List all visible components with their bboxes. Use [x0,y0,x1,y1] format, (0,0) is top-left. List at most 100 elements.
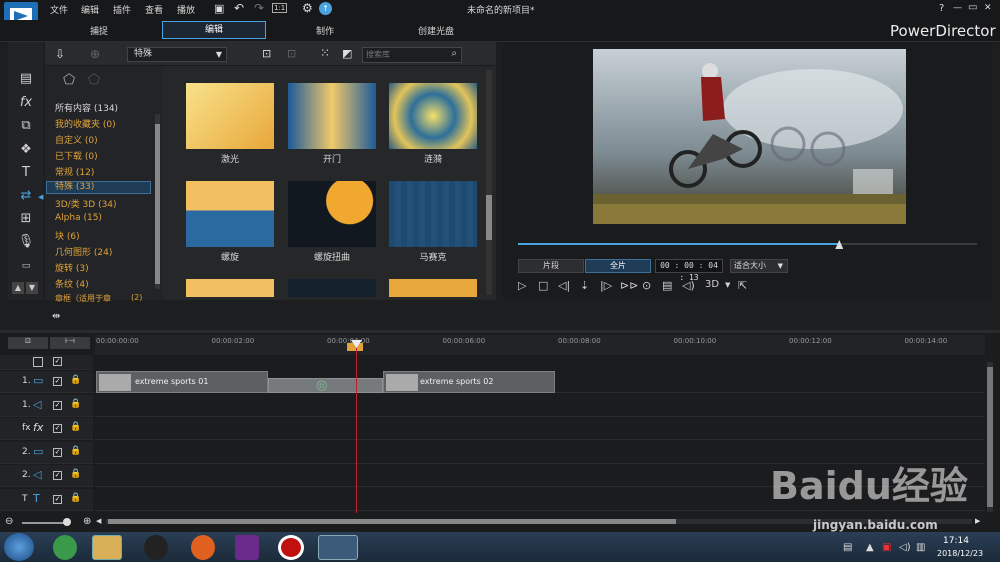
title-room-icon[interactable]: T [16,164,36,182]
category-item[interactable]: 块 (6) [55,229,80,242]
undo-icon[interactable]: ↶ [234,1,244,15]
preview-video[interactable] [593,49,906,224]
zoom-slider-knob[interactable] [63,518,71,526]
plugin-icon[interactable]: ⊕ [90,47,100,61]
timeline-clip[interactable]: extreme sports 01 [96,371,268,393]
tray-network-icon[interactable]: ▥ [916,542,925,553]
category-item[interactable]: 章框（适用于章 [55,293,111,304]
powerdirector-taskbar-icon[interactable] [318,535,358,560]
category-item[interactable]: Alpha (15) [55,213,102,223]
previous-frame-icon[interactable]: ◁| [558,279,570,292]
import-icon[interactable]: ⇩ [55,47,65,61]
grid-view-icon[interactable]: ⁙ [320,46,330,60]
volume-icon[interactable]: ◁) [682,279,695,292]
fit-size-dropdown[interactable]: 适合大小 ▼ [730,259,788,273]
redo-icon[interactable]: ↷ [254,1,264,15]
library-scrollbar[interactable] [486,70,492,295]
tab-produce[interactable]: 制作 [314,24,336,37]
lock-icon[interactable]: 🔒 [70,399,81,409]
movie-mode-button[interactable]: 全片 [585,259,651,273]
library-search[interactable]: ⌕ [362,47,462,63]
3d-mode-dropdown[interactable]: 3D [705,279,719,290]
category-item[interactable]: 已下载 (0) [55,149,98,162]
scroll-down-icon[interactable]: ▼ [26,282,38,294]
file-explorer-icon[interactable] [92,535,122,560]
library-scroll-thumb[interactable] [486,195,492,240]
track-enable-checkbox[interactable]: ✓ [53,494,62,504]
door-open-transition-icon[interactable] [288,83,376,149]
zoom-out-icon[interactable]: ⊖ [5,516,13,527]
remove-tag-icon[interactable]: ⬠ [88,72,100,88]
settings-icon[interactable]: ⚙ [302,1,313,15]
lock-icon[interactable]: 🔒 [70,422,81,432]
track-lane-audio[interactable] [95,395,985,417]
stop-icon[interactable]: □ [538,279,548,292]
transition-clip[interactable]: ◎ [268,378,383,393]
category-scroll-thumb[interactable] [155,124,160,284]
lock-icon[interactable]: 🔒 [70,493,81,503]
subtitle-room-icon[interactable]: ▭ [16,257,36,275]
clip-mode-button[interactable]: 片段 [518,259,584,273]
transition-thumbnail-partial[interactable] [186,279,274,297]
scroll-up-icon[interactable]: ▲ [12,282,24,294]
particle-room-icon[interactable]: ❖ [16,141,36,159]
snapshot-icon[interactable]: ⊙ [642,279,651,292]
transition-thumbnail-partial[interactable] [389,279,477,297]
select-all-checkbox[interactable] [33,357,43,367]
qq-icon[interactable] [144,535,168,560]
tray-volume-icon[interactable]: ◁) [899,542,911,553]
menu-view[interactable]: 查看 [145,3,163,16]
scroll-left-icon[interactable]: ◀ [96,517,101,525]
start-button-icon[interactable] [4,533,34,561]
scroll-right-icon[interactable]: ▶ [975,517,980,525]
category-item[interactable]: 所有内容 (134) [55,101,118,114]
zoom-in-icon[interactable]: ⊕ [83,516,91,527]
fit-timeline-icon[interactable]: ⇹ [52,311,60,322]
pip-room-icon[interactable]: ⧉ [16,117,36,135]
tab-edit[interactable]: 编辑 [162,21,266,39]
browser-360-icon[interactable] [53,535,77,560]
zoom-ratio-dropdown[interactable]: 1:1 [272,3,288,13]
tray-expand-icon[interactable]: ▲ [866,542,874,553]
next-frame-icon[interactable]: |▷ [600,279,612,292]
storyboard-view-icon[interactable]: ⊦⊣ [50,337,90,349]
export-icon[interactable]: ⊡ [287,47,296,60]
category-item[interactable]: 几何图形 (24) [55,245,112,258]
timeline-hscroll-thumb[interactable] [108,519,676,524]
fast-forward-icon[interactable]: ⊳⊳ [620,279,638,292]
category-item[interactable]: 我的收藏夹 (0) [55,117,116,130]
spiral-transition-icon[interactable] [186,181,274,247]
audio-mix-room-icon[interactable]: ⊞ [16,210,36,228]
mosaic-transition-icon[interactable] [389,181,477,247]
firefox-icon[interactable] [191,535,215,560]
tab-capture[interactable]: 捕捉 [88,24,110,37]
category-item[interactable]: 自定义 (0) [55,133,98,146]
transition-thumbnail-partial[interactable] [288,279,376,297]
play-icon[interactable]: ▷ [518,279,526,292]
subtitle-icon[interactable]: ▤ [662,279,672,292]
media-app-icon[interactable] [235,535,259,560]
tray-keyboard-icon[interactable]: ▤ [843,542,852,553]
minimize-button[interactable]: — [953,3,962,13]
category-item[interactable]: 条纹 (4) [55,277,89,290]
fx-room-icon[interactable]: fx [16,94,36,112]
lock-icon[interactable]: 🔒 [70,375,81,385]
media-room-icon[interactable]: ▤ [16,70,36,88]
save-icon[interactable]: ▣ [214,2,224,15]
timeline-clip[interactable]: extreme sports 02 [383,371,555,393]
menu-file[interactable]: 文件 [50,3,68,16]
thumbnail-size-icon[interactable]: ◩ [342,47,352,60]
chevron-down-icon[interactable]: ▼ [725,281,730,289]
track-enable-checkbox[interactable]: ✓ [53,447,62,457]
add-icon[interactable]: ⊡ [262,47,271,60]
timecode-display[interactable]: 00 : 00 : 04 : 13 [655,259,723,282]
menu-play[interactable]: 播放 [177,3,195,16]
tab-create-disc[interactable]: 创建光盘 [416,24,456,37]
track-scroll-thumb[interactable] [987,367,993,507]
spiral-twist-transition-icon[interactable] [288,181,376,247]
close-button[interactable]: ✕ [984,3,992,13]
filter-dropdown[interactable]: 特殊 ▼ [127,47,227,62]
track-enable-checkbox[interactable]: ✓ [53,424,62,433]
undock-icon[interactable]: ⇱ [738,279,747,292]
lock-icon[interactable]: 🔒 [70,469,81,479]
